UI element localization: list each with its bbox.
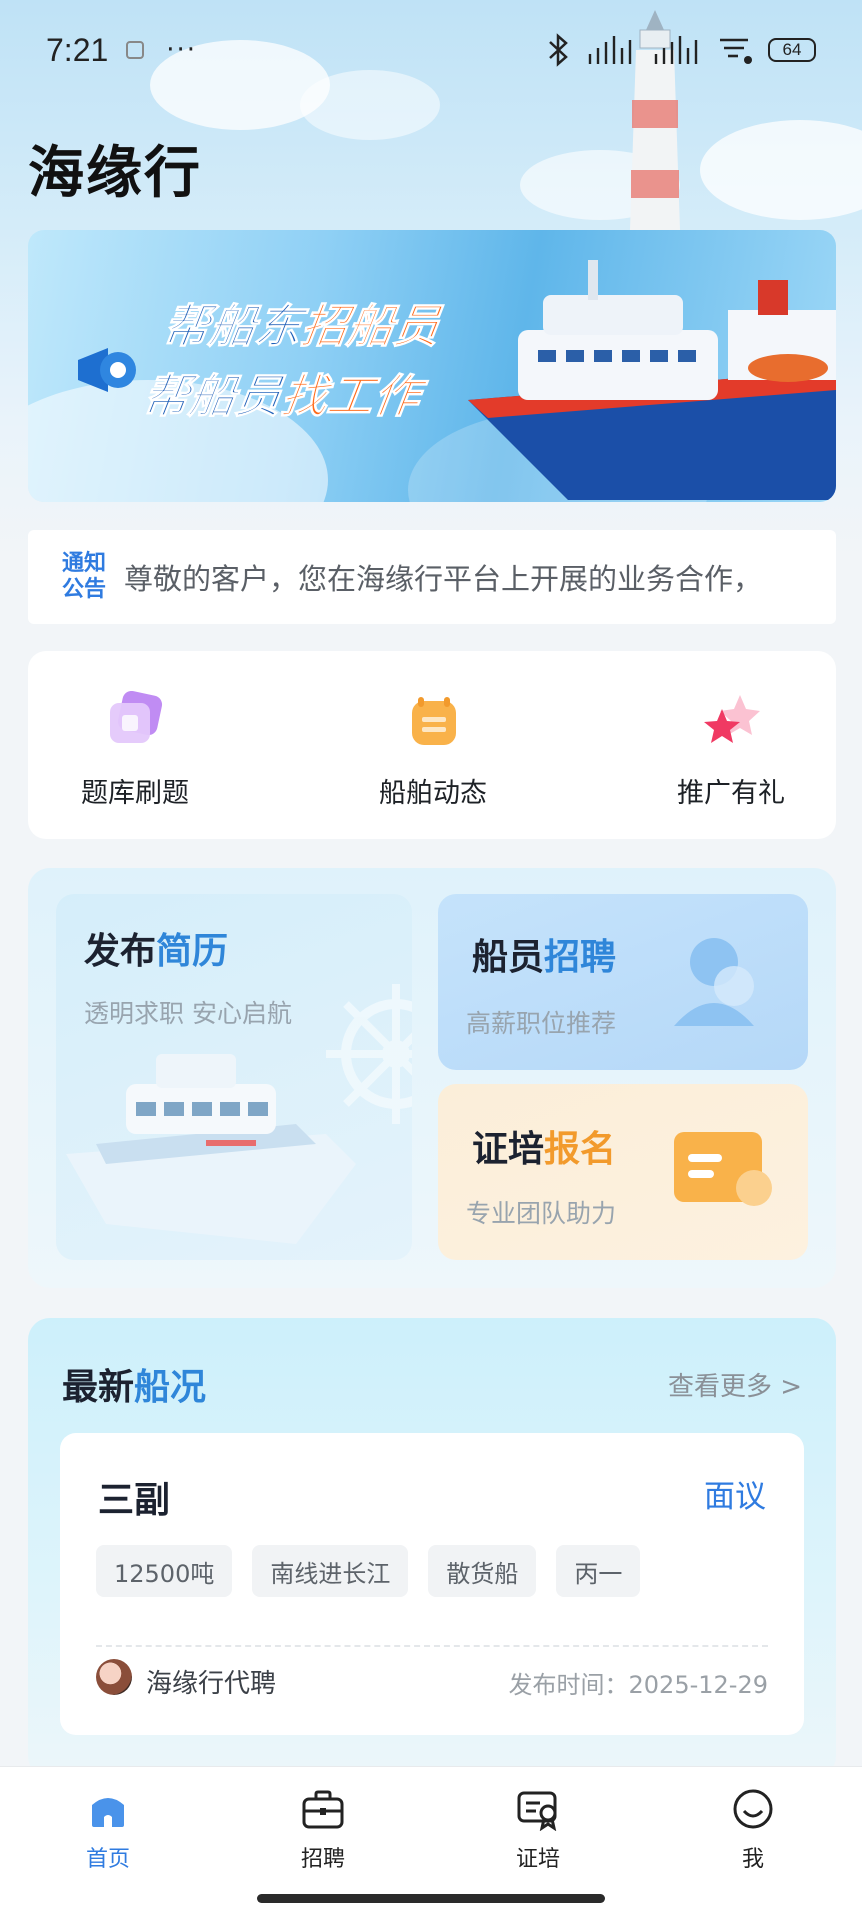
quick-item-ship-news[interactable]: 船舶动态	[358, 691, 508, 839]
banner-line-1: 帮船东招船员	[159, 299, 444, 354]
tab-me[interactable]: 我	[693, 1787, 813, 1873]
certificate-training-title: 证培报名	[472, 1129, 617, 1170]
bluetooth-icon	[549, 33, 568, 67]
post-resume-subtitle: 透明求职 安心启航	[84, 999, 292, 1028]
tab-recruitment[interactable]: 招聘	[263, 1787, 383, 1873]
job-publish-time: 发布时间：2025-12-29	[508, 1671, 768, 1699]
notice-text: 尊敬的客户，您在海缘行平台上开展的业务合作，	[124, 562, 763, 596]
banner-line-2: 帮船员找工作	[139, 369, 424, 424]
certificate-training-subtitle: 专业团队助力	[466, 1199, 617, 1228]
job-tag: 散货船	[428, 1545, 537, 1597]
latest-ships-title: 最新船况	[62, 1367, 207, 1408]
quick-menu: 题库刷题 船舶动态 推广有礼	[28, 651, 836, 839]
latest-ships-section: 最新船况 查看更多 > 三副 面议 12500吨 南线进长江 散货船 丙一 海缘…	[28, 1318, 836, 1778]
job-author: 海缘行代聘	[146, 1669, 277, 1699]
notification-icon	[126, 41, 145, 59]
card-divider	[96, 1645, 768, 1647]
tab-home[interactable]: 首页	[48, 1787, 168, 1873]
megaphone-icon	[78, 348, 136, 392]
job-tag: 12500吨	[96, 1545, 233, 1597]
job-title: 三副	[98, 1480, 171, 1521]
ship-news-icon	[412, 697, 456, 745]
feature-section: 发布简历 透明求职 安心启航 船员招聘 高薪职位推荐 证培报名 专业团队助力	[28, 868, 836, 1288]
certificate-training-card[interactable]: 证培报名 专业团队助力	[438, 1084, 808, 1260]
briefcase-icon	[302, 1790, 344, 1829]
quick-item-promotion[interactable]: 推广有礼	[656, 691, 806, 839]
signal-icon	[588, 36, 632, 64]
job-salary: 面议	[704, 1479, 766, 1515]
crew-recruitment-card[interactable]: 船员招聘 高薪职位推荐	[438, 894, 808, 1070]
view-more-link[interactable]: 查看更多 >	[668, 1366, 802, 1403]
job-tags: 12500吨 南线进长江 散货船 丙一	[96, 1545, 641, 1597]
crew-recruitment-subtitle: 高薪职位推荐	[466, 1009, 617, 1038]
certificate-icon	[517, 1791, 557, 1831]
home-icon	[92, 1798, 124, 1827]
cruise-ship-illustration	[468, 260, 836, 500]
question-bank-icon	[110, 691, 163, 743]
notice-bar[interactable]: 通知 公告 尊敬的客户，您在海缘行平台上开展的业务合作，	[28, 530, 836, 624]
status-bar: 7:21 ··· 64	[0, 0, 862, 100]
battery-indicator: 64	[768, 38, 816, 62]
status-time: 7:21	[46, 31, 109, 68]
signal-2-icon	[654, 36, 698, 64]
post-resume-card[interactable]: 发布简历 透明求职 安心启航	[56, 894, 412, 1260]
more-notifications-icon: ···	[166, 35, 198, 65]
avatar	[96, 1659, 132, 1695]
wifi-icon	[720, 38, 752, 64]
home-indicator[interactable]	[257, 1894, 605, 1903]
star-gift-icon	[704, 695, 760, 743]
job-tag: 丙一	[556, 1545, 641, 1597]
yacht-illustration	[66, 1054, 356, 1244]
smile-icon	[733, 1789, 773, 1829]
app-title: 海缘行	[28, 143, 202, 205]
person-icon	[674, 938, 754, 1026]
quick-item-question-bank[interactable]: 题库刷题	[60, 691, 210, 839]
post-resume-title: 发布简历	[84, 931, 229, 972]
job-tag: 南线进长江	[252, 1545, 409, 1597]
crew-recruitment-title: 船员招聘	[472, 937, 617, 978]
job-card[interactable]: 三副 面议 12500吨 南线进长江 散货船 丙一 海缘行代聘 发布时间：202…	[60, 1433, 804, 1735]
notice-tag: 通知 公告	[61, 551, 106, 602]
promo-banner[interactable]: 帮船东招船员 帮船员找工作	[28, 230, 836, 502]
certificate-card-icon	[674, 1132, 772, 1206]
tab-certificate[interactable]: 证培	[478, 1787, 598, 1873]
